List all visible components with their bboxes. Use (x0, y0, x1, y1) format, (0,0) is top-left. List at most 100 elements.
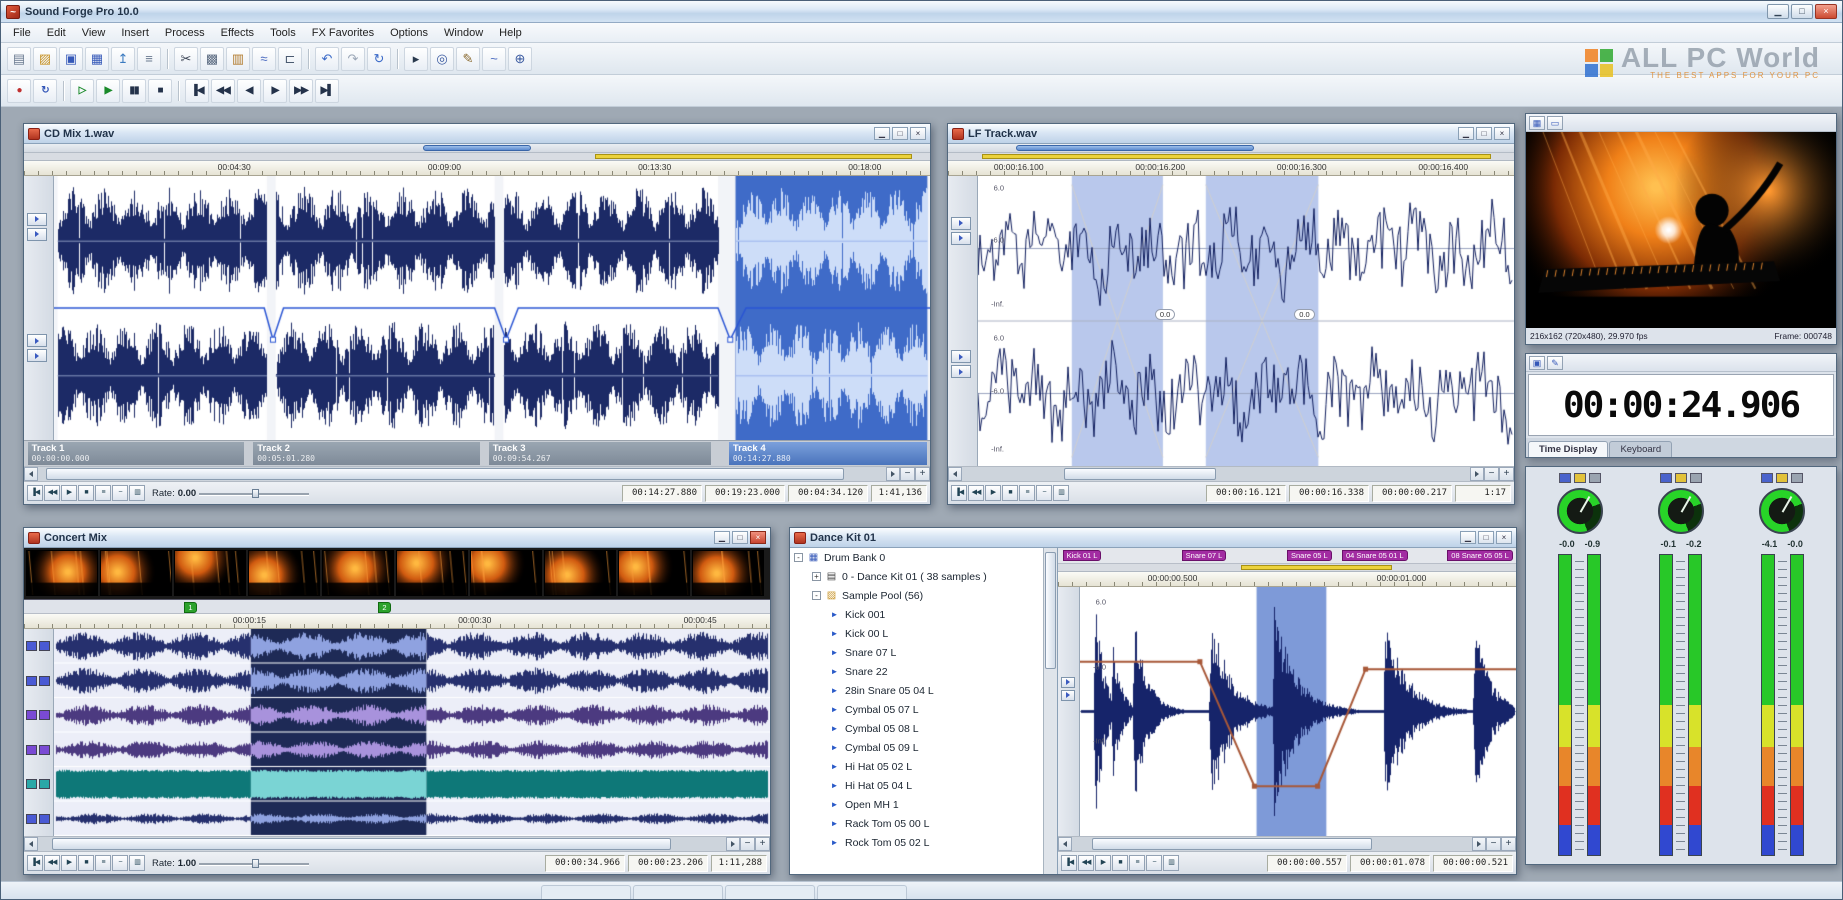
track-label[interactable]: Track 200:05:01.280 (253, 442, 480, 465)
previous-icon[interactable]: ◀◀ (968, 485, 984, 501)
scroll-right-button[interactable] (726, 837, 740, 851)
toolbar-button-redo[interactable]: ↷ (341, 47, 365, 71)
concert-ruler[interactable]: 00:00:1500:00:3000:00:45 (24, 614, 770, 629)
previous-icon[interactable]: ◀◀ (44, 855, 60, 871)
scroll-right-button[interactable] (1472, 837, 1486, 851)
go-to-start-icon[interactable]: ▐◀ (27, 855, 43, 871)
play-icon[interactable]: ▶ (61, 855, 77, 871)
toolbar-button-cut[interactable]: ✂ (174, 47, 198, 71)
toolbar-button-save[interactable]: ▣ (59, 47, 83, 71)
zoom-out-button[interactable]: − (900, 467, 915, 481)
meter-blue-button[interactable] (1660, 473, 1672, 483)
concert-close-button[interactable]: × (750, 531, 766, 544)
meter-gray-button[interactable] (1791, 473, 1803, 483)
lftrack-waveform-canvas[interactable] (978, 176, 1514, 466)
channel-arm-button[interactable] (1061, 677, 1075, 688)
tree-expander-icon[interactable]: + (812, 572, 821, 581)
channel2-options-button[interactable] (27, 349, 47, 362)
view-levels-icon[interactable]: ▥ (1163, 855, 1179, 871)
cdmix-waveform-canvas[interactable] (54, 176, 930, 440)
marker-flag[interactable]: Snare 05 L (1287, 550, 1332, 561)
channel1-options-button[interactable] (27, 228, 47, 241)
tree-item[interactable]: ►Rock Tom 05 02 L (790, 833, 1043, 852)
dancekit-maximize-button[interactable]: □ (1478, 531, 1494, 544)
view-levels-icon[interactable]: ▥ (1053, 485, 1069, 501)
transport-button-rewind[interactable]: ◀◀ (211, 79, 235, 103)
scroll-left-button[interactable] (948, 467, 962, 481)
toolbar-button-undo[interactable]: ↶ (315, 47, 339, 71)
cdmix-loop-bar[interactable] (24, 153, 930, 161)
previous-icon[interactable]: ◀◀ (44, 485, 60, 501)
meter-blue-button[interactable] (1559, 473, 1571, 483)
transport-button-play-all[interactable]: ▷ (70, 79, 94, 103)
menu-file[interactable]: File (5, 25, 39, 41)
lftrack-close-button[interactable]: × (1494, 127, 1510, 140)
menu-process[interactable]: Process (157, 25, 213, 41)
stop-icon[interactable]: ■ (78, 485, 94, 501)
zoom-in-button[interactable]: + (915, 467, 930, 481)
transport-button-go-to-start[interactable]: ▐◀ (185, 79, 209, 103)
toolbar-button-copy[interactable]: ▩ (200, 47, 224, 71)
track-arm-button[interactable] (26, 814, 37, 824)
view-wave-icon[interactable]: ~ (112, 485, 128, 501)
tab-time-display[interactable]: Time Display (1528, 441, 1608, 457)
dancekit-minimize-button[interactable]: ▁ (1460, 531, 1476, 544)
tab-keyboard[interactable]: Keyboard (1609, 441, 1672, 457)
tree-item[interactable]: ►Rack Tom 05 00 L (790, 814, 1043, 833)
dancekit-tree-scrollbar[interactable] (1044, 548, 1058, 874)
gain-knob[interactable] (1759, 488, 1805, 534)
dancekit-marker-bar[interactable]: Kick 01 LSnare 07 LSnare 05 L04 Snare 05… (1058, 548, 1516, 564)
taskbar-item[interactable] (633, 885, 723, 899)
transport-button-loop-playback[interactable]: ↻ (33, 79, 57, 103)
meter-gray-button[interactable] (1690, 473, 1702, 483)
tree-expander-icon[interactable]: - (794, 553, 803, 562)
tree-item[interactable]: ►Cymbal 05 08 L (790, 719, 1043, 738)
menu-tools[interactable]: Tools (262, 25, 304, 41)
zoom-out-button[interactable]: − (1484, 467, 1499, 481)
toolbar-button-pencil-tool[interactable]: ✎ (456, 47, 480, 71)
scroll-left-button[interactable] (24, 467, 38, 481)
marker-flag[interactable]: 2 (378, 602, 390, 613)
concert-waveform-canvas[interactable] (54, 629, 770, 836)
cdmix-title-bar[interactable]: CD Mix 1.wav ▁ □ × (24, 124, 930, 144)
lftrack-ruler[interactable]: 00:00:16.10000:00:16.20000:00:16.30000:0… (948, 161, 1514, 176)
tree-item[interactable]: ►Snare 07 L (790, 643, 1043, 662)
meter-yellow-button[interactable] (1675, 473, 1687, 483)
scrollbar-thumb[interactable] (1064, 468, 1216, 480)
channel2-arm-button[interactable] (951, 350, 971, 363)
marker-flag[interactable]: 08 Snare 05 05 L (1447, 550, 1513, 561)
overview-thumb[interactable] (423, 145, 532, 151)
track-arm-button[interactable] (26, 710, 37, 720)
toolbar-button-mix-paste[interactable]: ≈ (252, 47, 276, 71)
concert-title-bar[interactable]: Concert Mix ▁ □ × (24, 528, 770, 548)
dancekit-waveform-canvas[interactable] (1080, 587, 1516, 836)
scrollbar-thumb[interactable] (46, 468, 843, 480)
toolbar-button-magnify-tool[interactable]: ◎ (430, 47, 454, 71)
maximize-button[interactable]: □ (1791, 4, 1813, 19)
cdmix-minimize-button[interactable]: ▁ (874, 127, 890, 140)
toolbar-button-open-file[interactable]: ▨ (33, 47, 57, 71)
view-list-icon[interactable]: ≡ (95, 485, 111, 501)
cdmix-maximize-button[interactable]: □ (892, 127, 908, 140)
lftrack-minimize-button[interactable]: ▁ (1458, 127, 1474, 140)
taskbar-item[interactable] (817, 885, 907, 899)
rate-slider[interactable] (199, 489, 309, 498)
go-to-start-icon[interactable]: ▐◀ (27, 485, 43, 501)
menu-insert[interactable]: Insert (113, 25, 157, 41)
track-arm-button[interactable] (26, 779, 37, 789)
close-button[interactable]: × (1815, 4, 1837, 19)
edit-time-icon[interactable]: ✎ (1547, 356, 1563, 370)
marker-flag[interactable]: Kick 01 L (1063, 550, 1102, 561)
concert-horizontal-scrollbar[interactable]: − + (24, 836, 770, 851)
toolbar-button-paste[interactable]: ▥ (226, 47, 250, 71)
dancekit-ruler[interactable]: 00:00:00.50000:00:01.000 (1058, 572, 1516, 587)
tree-item[interactable]: ►Kick 001 (790, 605, 1043, 624)
loop-region[interactable] (1241, 565, 1392, 570)
transport-button-back[interactable]: ◀ (237, 79, 261, 103)
meter-blue-button[interactable] (1761, 473, 1773, 483)
lftrack-overview-bar[interactable] (948, 144, 1514, 153)
transport-button-forward[interactable]: ▶ (263, 79, 287, 103)
loop-region[interactable] (982, 154, 1491, 159)
toolbar-button-new-file[interactable]: ▤ (7, 47, 31, 71)
tree-item[interactable]: ►Cymbal 05 09 L (790, 738, 1043, 757)
